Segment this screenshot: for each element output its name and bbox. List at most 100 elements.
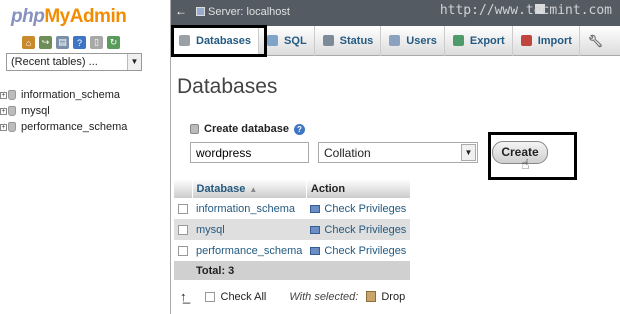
drop-button[interactable]: Drop [381,291,405,303]
tab-export[interactable]: Export [445,25,513,56]
breadcrumb-server[interactable]: Server: localhost [196,6,290,18]
check-privileges-link[interactable]: Check Privileges [306,198,411,219]
logo-admin: Admin [69,6,127,27]
check-privileges-link[interactable]: Check Privileges [306,240,411,261]
logo-my: My [44,6,70,27]
tree-item-information-schema[interactable]: + information_schema [0,87,127,103]
database-link[interactable]: information_schema [192,198,307,219]
phpmyadmin-logo[interactable]: phpMyAdmin [11,6,127,28]
row-checkbox-cell [174,240,192,261]
collation-select[interactable]: Collation ▼ [318,142,478,163]
database-add-icon [190,124,199,134]
database-icon [8,106,16,116]
tree-item-label[interactable]: information_schema [21,89,120,101]
database-link[interactable]: mysql [192,219,307,240]
export-icon [452,35,464,46]
check-privileges-link[interactable]: Check Privileges [306,219,411,240]
row-checkbox-cell [174,198,192,219]
phpmyadmin-window: phpMyAdmin ⌂ ↪ ▤ ? ▯ ↻ (Recent tables) .… [0,0,620,314]
total-label: Total: 3 [192,261,307,280]
header-database-label: Database [196,182,246,195]
expand-icon[interactable]: + [0,107,7,115]
logout-icon[interactable]: ↪ [39,36,52,49]
chevron-down-icon: ▼ [127,54,141,70]
wrench-icon: 🔧︎ [587,33,604,48]
databases-tab-highlight [171,25,267,57]
expand-icon[interactable]: + [0,123,7,131]
watermark: http://www.tecmint.com [439,3,612,18]
sql-icon [267,35,279,46]
row-checkbox[interactable] [178,245,188,256]
privileges-icon [310,246,321,255]
databases-table: Database ▲ Action information_schema Chec… [174,179,411,280]
table-total-row: Total: 3 [174,261,411,280]
chevron-down-icon: ▼ [461,144,476,161]
header-database[interactable]: Database ▲ [192,179,307,198]
tree-item-performance-schema[interactable]: + performance_schema [0,119,127,135]
database-icon [8,90,16,100]
users-icon [389,35,401,46]
privileges-icon [310,225,321,234]
tab-label: Import [537,34,572,47]
breadcrumb-server-label: Server: localhost [208,6,290,18]
header-action: Action [306,179,411,198]
tab-more[interactable]: 🔧︎ [580,26,610,56]
check-all-checkbox[interactable] [204,291,215,302]
drop-icon [366,291,377,302]
table-row: performance_schema Check Privileges [174,240,411,261]
database-name-input[interactable] [190,142,309,163]
tree-item-label[interactable]: mysql [21,105,50,117]
tab-users[interactable]: Users [381,25,445,56]
check-all-label[interactable]: Check All [221,291,267,303]
home-icon[interactable]: ⌂ [22,36,35,49]
query-window-icon[interactable]: ▤ [56,36,69,49]
total-spacer [174,261,192,280]
database-tree: + information_schema + mysql + performan… [0,87,127,135]
database-icon [8,122,16,132]
tab-label: Status [339,34,374,47]
tree-item-label[interactable]: performance_schema [21,121,127,133]
database-link[interactable]: performance_schema [192,240,307,261]
privileges-icon [310,204,321,213]
collation-value: Collation [324,146,371,160]
create-button[interactable]: Create [492,141,548,164]
page-title: Databases [177,75,278,98]
documentation-icon[interactable]: ▯ [90,36,103,49]
tab-status[interactable]: Status [315,25,382,56]
tab-sql[interactable]: SQL [259,25,315,56]
recent-tables-select[interactable]: (Recent tables) ... ▼ [6,53,142,71]
help-icon[interactable]: ? [73,36,86,49]
server-icon [196,7,205,16]
row-checkbox-cell [174,219,192,240]
quick-links: ⌂ ↪ ▤ ? ▯ ↻ [22,36,120,49]
tab-label: Users [406,34,437,47]
create-database-heading: Create database ? [190,123,305,135]
table-row: information_schema Check Privileges [174,198,411,219]
tree-item-mysql[interactable]: + mysql [0,103,127,119]
server-breadcrumb-bar: ← Server: localhost http://www.tecmint.c… [171,0,620,26]
tab-import[interactable]: Import [513,25,580,56]
check-privileges-label: Check Privileges [324,202,407,215]
tab-label: Export [469,34,505,47]
sort-ascending-icon: ▲ [249,184,258,194]
table-row: mysql Check Privileges [174,219,411,240]
table-header-row: Database ▲ Action [174,179,411,198]
help-icon[interactable]: ? [294,123,305,135]
check-privileges-label: Check Privileges [324,223,407,236]
navigation-panel: phpMyAdmin ⌂ ↪ ▤ ? ▯ ↻ (Recent tables) .… [0,0,171,314]
total-empty [306,261,411,280]
header-checkbox-col [174,179,193,198]
recent-tables-value: (Recent tables) ... [11,56,98,68]
select-arrow-icon: ↑̲ [180,289,187,304]
row-checkbox[interactable] [178,224,188,235]
collapse-arrow-icon[interactable]: ← [175,4,187,18]
row-checkbox[interactable] [178,203,188,214]
expand-icon[interactable]: + [0,91,7,99]
status-icon [322,35,334,46]
hand-cursor-icon: ☝︎ [521,156,530,172]
tab-label: SQL [284,34,307,47]
reload-icon[interactable]: ↻ [107,36,120,49]
bulk-actions-bar: ↑̲ Check All With selected: Drop [180,289,405,304]
check-privileges-label: Check Privileges [324,244,407,257]
logo-php: php [11,6,45,27]
